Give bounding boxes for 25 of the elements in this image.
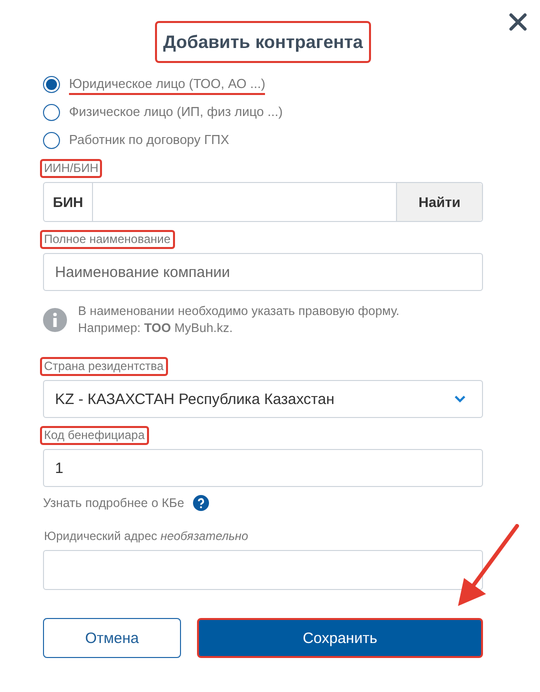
hint-text: В наименовании необходимо указать правовую форму. Например: ТОО MyBuh.kz.	[78, 303, 400, 337]
dialog-title: Добавить контрагента	[155, 21, 371, 63]
cancel-button[interactable]: Отмена	[43, 618, 181, 658]
field-label: Страна резидентства	[40, 357, 168, 376]
radio-label[interactable]: Работник по договору ГПХ	[69, 130, 230, 151]
close-icon[interactable]	[509, 13, 527, 31]
select-field[interactable]: KZ - КАЗАХСТАН Республика Казахстан	[43, 380, 483, 418]
field-label: ИИН/БИН	[40, 159, 102, 178]
input-field[interactable]: Наименование компании	[43, 253, 483, 291]
input-field[interactable]: 1	[43, 449, 483, 487]
input-field[interactable]	[43, 550, 483, 590]
radio-button[interactable]	[43, 104, 60, 121]
info-icon	[43, 308, 67, 332]
radio-button[interactable]	[43, 132, 60, 149]
radio-label[interactable]: Юридическое лицо (ТОО, АО ...)	[69, 74, 266, 95]
radio-label[interactable]: Физическое лицо (ИП, физ лицо ...)	[69, 102, 283, 123]
field-label: Юридический адрес необязательно	[43, 528, 250, 545]
help-link[interactable]: Узнать подробнее о КБе	[43, 496, 184, 510]
select-value: KZ - КАЗАХСТАН Республика Казахстан	[55, 390, 334, 408]
field-label: Код бенефициара	[40, 426, 149, 445]
save-button[interactable]: Сохранить	[197, 618, 483, 658]
chevron-down-icon	[454, 395, 466, 403]
field-label: Полное наименование	[40, 230, 174, 249]
help-icon[interactable]	[193, 495, 210, 511]
radio-button[interactable]	[43, 76, 60, 93]
